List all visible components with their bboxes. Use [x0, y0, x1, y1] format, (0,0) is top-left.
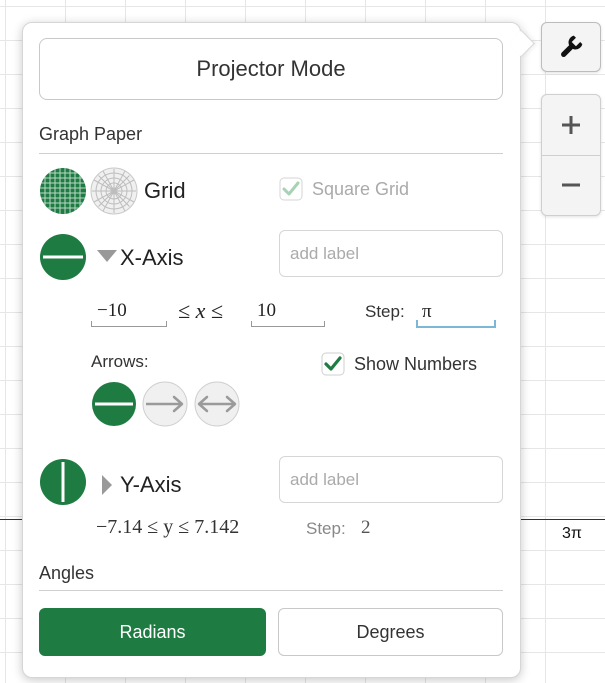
grid-label: Grid — [144, 178, 186, 203]
x-tick-label: 3π — [562, 525, 582, 542]
graph-paper-heading: Graph Paper — [39, 124, 143, 144]
x-max-value: 10 — [257, 300, 276, 321]
angles-heading: Angles — [39, 563, 95, 583]
y-axis-icon[interactable] — [39, 458, 87, 506]
polar-grid-icon[interactable] — [90, 167, 138, 215]
x-min-value: −10 — [97, 300, 127, 321]
y-axis-label: Y-Axis — [120, 472, 182, 497]
show-numbers-label: Show Numbers — [354, 354, 478, 374]
wrench-icon — [561, 35, 583, 57]
arrows-label: Arrows: — [91, 352, 149, 371]
x-max-input[interactable] — [251, 321, 325, 327]
zoom-in-button[interactable] — [542, 95, 600, 155]
x-inequality: ≤ x ≤ — [178, 298, 223, 323]
x-step-input-tick-left — [416, 320, 418, 328]
x-step-input-tick-right — [494, 320, 496, 328]
x-min-input[interactable] — [91, 321, 167, 327]
collapse-x-axis-icon[interactable] — [96, 249, 118, 263]
x-step-label: Step: — [365, 302, 405, 321]
x-step-input[interactable] — [416, 326, 496, 328]
graph-paper-divider — [39, 153, 503, 154]
x-axis-label: X-Axis — [120, 245, 184, 270]
arrow-right-icon[interactable] — [142, 381, 188, 427]
show-numbers-checkbox[interactable] — [321, 352, 345, 376]
arrow-both-icon[interactable] — [194, 381, 240, 427]
grid-icon[interactable] — [39, 167, 87, 215]
square-grid-checkbox[interactable] — [279, 177, 303, 201]
graph-settings-panel — [22, 22, 521, 678]
angles-divider — [39, 590, 503, 591]
plus-icon — [562, 116, 580, 134]
projector-mode-button[interactable]: Projector Mode — [39, 38, 503, 100]
arrow-none-icon[interactable] — [91, 381, 137, 427]
y-step-label: Step: — [306, 519, 346, 538]
x-step-value: π — [422, 301, 432, 322]
degrees-button[interactable]: Degrees — [278, 608, 503, 656]
y-axis-label-input[interactable]: add label — [279, 456, 503, 503]
y-range-text[interactable]: −7.14 ≤ y ≤ 7.142 — [96, 516, 239, 539]
graph-settings-button[interactable] — [541, 22, 601, 72]
radians-button[interactable]: Radians — [39, 608, 266, 656]
x-axis-label-input[interactable]: add label — [279, 230, 503, 277]
zoom-out-button[interactable] — [542, 155, 600, 215]
zoom-controls — [541, 94, 601, 216]
square-grid-label: Square Grid — [312, 179, 410, 199]
minus-icon — [562, 183, 580, 187]
x-axis-icon[interactable] — [39, 233, 87, 281]
expand-y-axis-icon[interactable] — [101, 474, 113, 496]
y-step-value: 2 — [361, 517, 371, 538]
